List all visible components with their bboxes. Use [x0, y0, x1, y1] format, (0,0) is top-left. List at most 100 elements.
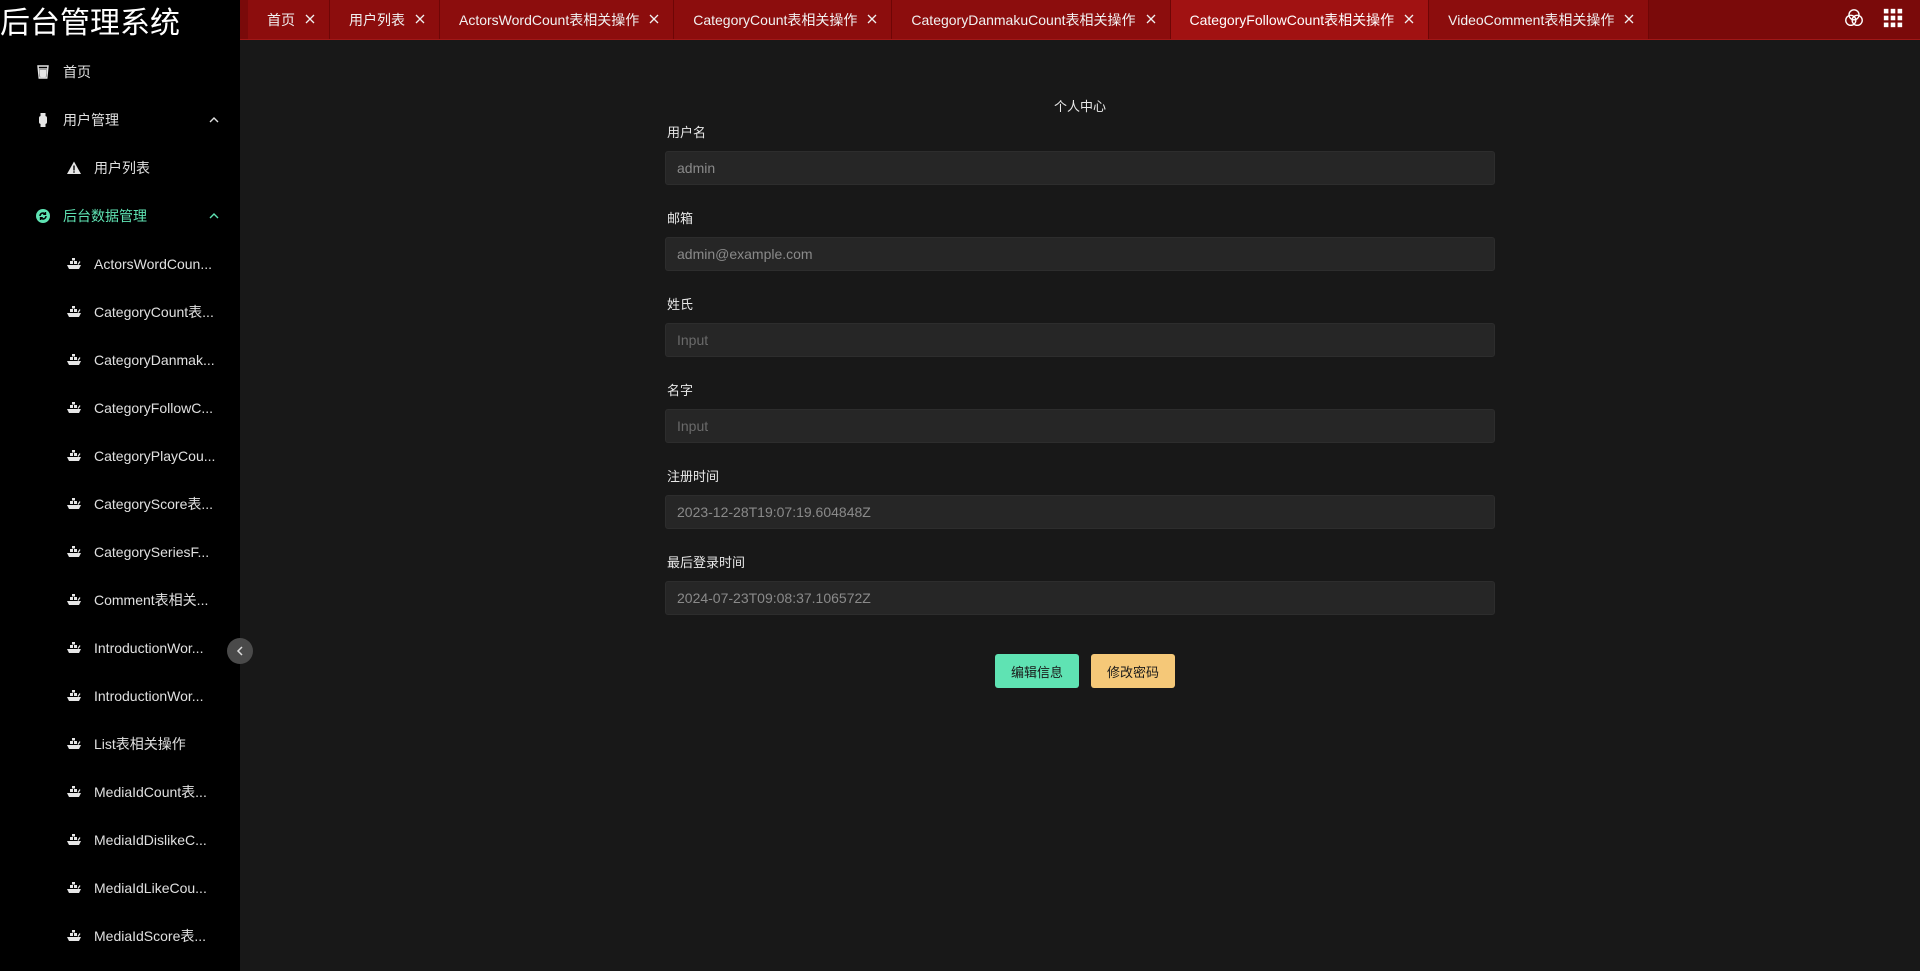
form-field: 邮箱	[665, 210, 1495, 271]
sidebar-item-label: 后台数据管理	[63, 208, 147, 224]
tab-list: 首页 用户列表 ActorsWordCount表相关操作 CategoryCount表…	[248, 0, 1650, 39]
close-icon[interactable]	[1146, 14, 1158, 26]
tab-item[interactable]: CategoryCount表相关操作	[674, 0, 893, 39]
sidebar-item-label: List表相关操作	[94, 736, 186, 752]
app-title: 后台管理系统	[0, 6, 180, 41]
sidebar-item-label: CategorySeriesF...	[94, 544, 210, 560]
sidebar-item-label: ActorsWordCoun...	[94, 256, 213, 272]
sidebar-item-label: MediaIdCount表...	[94, 784, 207, 800]
ship-icon	[65, 447, 83, 465]
profile-card: 个人中心 用户名邮箱姓氏名字注册时间最后登录时间	[665, 98, 1495, 640]
sidebar-item-user-list[interactable]: 用户列表	[0, 144, 240, 192]
sidebar-item-backend-data[interactable]: 后台数据管理	[0, 192, 240, 240]
close-icon[interactable]	[415, 14, 427, 26]
form-actions: 编辑信息 修改密码	[995, 654, 1175, 688]
form-field: 名字	[665, 382, 1495, 443]
app-root: 后台管理系统 首页 用户管理 用户列表 后台数据管理 ActorsWordCou…	[0, 0, 1920, 971]
form-field: 用户名	[665, 124, 1495, 185]
field-input[interactable]	[665, 495, 1495, 529]
form-field: 最后登录时间	[665, 554, 1495, 615]
tab-label: CategoryFollowCount表相关操作	[1189, 11, 1395, 28]
ship-icon	[65, 543, 83, 561]
tab-item[interactable]: 首页	[248, 0, 330, 39]
sidebar-item-data-table[interactable]: MediaIdCount表...	[0, 768, 240, 816]
tab-label: VideoComment表相关操作	[1448, 11, 1615, 28]
sidebar-item-label: CategoryFollowC...	[94, 400, 214, 416]
ship-icon	[65, 303, 83, 321]
apps-grid-icon[interactable]	[1881, 6, 1905, 30]
sidebar-item-home[interactable]: 首页	[0, 48, 240, 96]
theme-icon[interactable]	[1842, 6, 1866, 30]
warning-icon	[65, 159, 83, 177]
ship-icon	[65, 687, 83, 705]
tab-label: ActorsWordCount表相关操作	[459, 11, 640, 28]
page-title: 个人中心	[1053, 99, 1106, 114]
chevron-up-icon	[208, 113, 220, 125]
chevron-left-icon	[234, 645, 246, 657]
sidebar-item-data-table[interactable]: CategorySeriesF...	[0, 528, 240, 576]
tab-item[interactable]: VideoComment表相关操作	[1429, 0, 1650, 39]
watch-icon	[34, 111, 52, 129]
sidebar-item-label: MediaIdLikeCou...	[94, 880, 207, 896]
close-icon[interactable]	[1624, 14, 1636, 26]
field-label: 注册时间	[667, 469, 720, 484]
sidebar-item-data-table[interactable]: ActorsWordCoun...	[0, 240, 240, 288]
change-password-button[interactable]: 修改密码	[1091, 654, 1175, 688]
tab-label: CategoryDanmakuCount表相关操作	[911, 11, 1136, 28]
field-label: 最后登录时间	[667, 555, 746, 570]
field-input[interactable]	[665, 151, 1495, 185]
field-input[interactable]	[665, 237, 1495, 271]
sidebar-item-label: IntroductionWor...	[94, 640, 204, 656]
close-icon[interactable]	[305, 14, 317, 26]
form-field: 注册时间	[665, 468, 1495, 529]
sidebar-item-data-table[interactable]: CategoryPlayCou...	[0, 432, 240, 480]
field-label: 名字	[667, 383, 694, 398]
ship-icon	[65, 783, 83, 801]
sidebar-item-data-table[interactable]: Comment表相关...	[0, 576, 240, 624]
sidebar-item-user-management[interactable]: 用户管理	[0, 96, 240, 144]
chevron-up-icon	[208, 209, 220, 221]
sidebar-item-data-table[interactable]: MediaIdLikeCou...	[0, 864, 240, 912]
top-actions	[1842, 0, 1920, 36]
sidebar-item-data-table[interactable]: MediaIdDislikeC...	[0, 816, 240, 864]
sidebar-item-data-table[interactable]: List表相关操作	[0, 720, 240, 768]
sidebar-item-label: MediaIdDislikeC...	[94, 832, 207, 848]
ship-icon	[65, 735, 83, 753]
field-input[interactable]	[665, 323, 1495, 357]
ship-icon	[65, 831, 83, 849]
close-icon[interactable]	[867, 14, 879, 26]
sidebar-item-label: 用户列表	[94, 160, 150, 176]
ship-icon	[65, 399, 83, 417]
close-icon[interactable]	[649, 14, 661, 26]
ship-icon	[65, 255, 83, 273]
close-icon[interactable]	[1404, 14, 1416, 26]
sidebar-item-data-table[interactable]: MediaIdScore表...	[0, 912, 240, 960]
field-input[interactable]	[665, 409, 1495, 443]
sidebar-item-data-table[interactable]: IntroductionWor...	[0, 624, 240, 672]
sidebar-item-label: CategoryDanmak...	[94, 352, 215, 368]
sidebar: 后台管理系统 首页 用户管理 用户列表 后台数据管理 ActorsWordCou…	[0, 0, 240, 971]
edit-info-button[interactable]: 编辑信息	[995, 654, 1079, 688]
sidebar-item-label: 首页	[63, 64, 91, 80]
tab-item[interactable]: CategoryDanmakuCount表相关操作	[892, 0, 1171, 39]
ship-icon	[65, 927, 83, 945]
ship-icon	[65, 879, 83, 897]
form-field: 姓氏	[665, 296, 1495, 357]
field-label: 姓氏	[667, 297, 694, 312]
sidebar-item-data-table[interactable]: CategoryCount表...	[0, 288, 240, 336]
ship-icon	[65, 591, 83, 609]
sidebar-item-data-table[interactable]: CategoryScore表...	[0, 480, 240, 528]
tab-item[interactable]: ActorsWordCount表相关操作	[440, 0, 675, 39]
tab-item[interactable]: CategoryFollowCount表相关操作	[1170, 0, 1430, 39]
field-input[interactable]	[665, 581, 1495, 615]
sidebar-item-data-table[interactable]: CategoryDanmak...	[0, 336, 240, 384]
sidebar-item-label: MediaIdScore表...	[94, 928, 207, 944]
sidebar-item-data-table[interactable]: CategoryFollowC...	[0, 384, 240, 432]
sidebar-collapse-button[interactable]	[227, 638, 253, 664]
sidebar-item-label: Comment表相关...	[94, 592, 209, 608]
sidebar-item-label: IntroductionWor...	[94, 688, 204, 704]
tab-item[interactable]: 用户列表	[330, 0, 440, 39]
sidebar-item-data-table[interactable]: IntroductionWor...	[0, 672, 240, 720]
tabs-bar: 首页 用户列表 ActorsWordCount表相关操作 CategoryCount表…	[240, 0, 1920, 40]
ship-icon	[65, 639, 83, 657]
